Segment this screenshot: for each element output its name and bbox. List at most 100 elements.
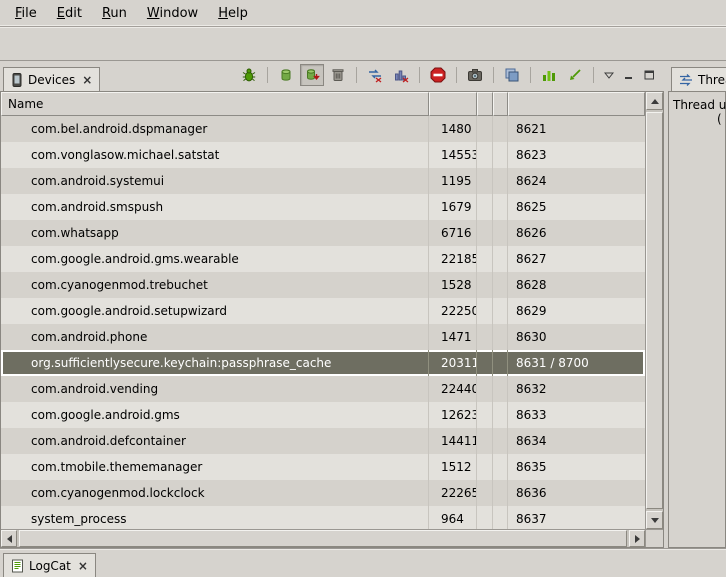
blank-cell	[493, 246, 508, 272]
table-row[interactable]: com.google.android.setupwizard 22250 862…	[1, 298, 645, 324]
close-icon[interactable]: ×	[78, 560, 88, 572]
table-row[interactable]: com.android.phone 1471 8630	[1, 324, 645, 350]
vertical-scrollbar[interactable]	[645, 92, 663, 547]
blank-cell	[477, 376, 493, 402]
debug-process-icon[interactable]	[237, 64, 261, 86]
table-row[interactable]: com.android.smspush 1679 8625	[1, 194, 645, 220]
blank-cell	[493, 428, 508, 454]
process-pid: 1480	[429, 116, 477, 142]
process-port: 8634	[508, 428, 645, 454]
table-row[interactable]: com.bel.android.dspmanager 1480 8621	[1, 116, 645, 142]
horizontal-scroll-thumb[interactable]	[19, 530, 627, 547]
table-header: Name	[1, 92, 645, 116]
dump-hprof-icon[interactable]	[300, 64, 324, 86]
process-pid: 14411	[429, 428, 477, 454]
update-heap-icon[interactable]	[274, 64, 298, 86]
tab-threads[interactable]: Threads	[671, 67, 726, 91]
toolbar-separator	[356, 67, 357, 83]
process-port: 8627	[508, 246, 645, 272]
close-icon[interactable]: ×	[82, 74, 92, 86]
scrollbar-corner	[646, 529, 663, 547]
stop-process-icon[interactable]	[426, 64, 450, 86]
menu-help[interactable]: Help	[209, 3, 257, 24]
view-hierarchy-icon[interactable]	[500, 64, 524, 86]
cause-gc-icon[interactable]	[326, 64, 350, 86]
process-name: com.vonglasow.michael.satstat	[1, 142, 429, 168]
update-threads-icon[interactable]	[363, 64, 387, 86]
start-method-profiling-icon[interactable]	[389, 64, 413, 86]
blank-cell	[477, 324, 493, 350]
method-trace-icon[interactable]	[563, 64, 587, 86]
column-header-port[interactable]	[508, 92, 645, 116]
process-port: 8632	[508, 376, 645, 402]
scroll-left-icon[interactable]	[1, 530, 17, 547]
table-row[interactable]: com.cyanogenmod.lockclock 22265 8636	[1, 480, 645, 506]
menu-run[interactable]: Run	[93, 3, 136, 24]
menu-edit[interactable]: Edit	[48, 3, 91, 24]
threads-icon	[679, 74, 693, 86]
process-pid: 22265	[429, 480, 477, 506]
maximize-icon[interactable]	[640, 67, 658, 83]
process-name: com.android.phone	[1, 324, 429, 350]
table-row[interactable]: com.google.android.gms 12623 8633	[1, 402, 645, 428]
menu-file[interactable]: File	[6, 3, 46, 24]
process-name: com.android.systemui	[1, 168, 429, 194]
ddms-window: File Edit Run Window Help Devices ×	[0, 0, 726, 577]
blank-cell	[493, 402, 508, 428]
process-name: com.google.android.setupwizard	[1, 298, 429, 324]
process-port: 8623	[508, 142, 645, 168]
vertical-scroll-thumb[interactable]	[646, 112, 663, 509]
scroll-up-icon[interactable]	[646, 92, 663, 110]
threads-content: Thread up (	[668, 92, 726, 548]
table-row[interactable]: com.android.vending 22440 8632	[1, 376, 645, 402]
table-row[interactable]: com.android.systemui 1195 8624	[1, 168, 645, 194]
table-row[interactable]: com.whatsapp 6716 8626	[1, 220, 645, 246]
process-pid: 1195	[429, 168, 477, 194]
column-header-blank1[interactable]	[477, 92, 493, 116]
blank-cell	[477, 194, 493, 220]
scroll-right-icon[interactable]	[629, 530, 645, 547]
screen-capture-icon[interactable]	[463, 64, 487, 86]
blank-cell	[493, 350, 508, 376]
toolbar-separator	[267, 67, 268, 83]
table-row[interactable]: com.cyanogenmod.trebuchet 1528 8628	[1, 272, 645, 298]
scroll-down-icon[interactable]	[646, 511, 663, 529]
tab-logcat[interactable]: LogCat ×	[3, 553, 96, 577]
blank-cell	[493, 324, 508, 350]
blank-cell	[477, 272, 493, 298]
table-row[interactable]: com.android.defcontainer 14411 8634	[1, 428, 645, 454]
process-port: 8629	[508, 298, 645, 324]
blank-cell	[493, 168, 508, 194]
table-row[interactable]: com.vonglasow.michael.satstat 14553 8623	[1, 142, 645, 168]
toolbar-separator	[456, 67, 457, 83]
process-pid: 22185	[429, 246, 477, 272]
tab-logcat-label: LogCat	[29, 559, 71, 573]
threads-message-line2: (	[669, 112, 725, 126]
process-name: com.android.vending	[1, 376, 429, 402]
column-header-blank2[interactable]	[493, 92, 508, 116]
process-port: 8635	[508, 454, 645, 480]
process-table: Name com.bel.android.dspmanager 1480	[0, 92, 664, 548]
column-header-name[interactable]: Name	[1, 92, 429, 116]
process-pid: 12623	[429, 402, 477, 428]
table-row[interactable]: com.google.android.gms.wearable 22185 86…	[1, 246, 645, 272]
table-row[interactable]: com.tmobile.thememanager 1512 8635	[1, 454, 645, 480]
process-pid: 22250	[429, 298, 477, 324]
blank-cell	[477, 350, 493, 376]
view-menu-icon[interactable]	[600, 67, 618, 83]
tab-devices[interactable]: Devices ×	[3, 67, 100, 91]
column-header-pid[interactable]	[429, 92, 477, 116]
process-pid: 14553	[429, 142, 477, 168]
table-row[interactable]: org.sufficientlysecure.keychain:passphra…	[1, 350, 645, 376]
minimize-icon[interactable]	[620, 67, 638, 83]
blank-cell	[477, 454, 493, 480]
systrace-icon[interactable]	[537, 64, 561, 86]
menu-window[interactable]: Window	[138, 3, 207, 24]
horizontal-scrollbar[interactable]	[1, 529, 645, 547]
blank-cell	[477, 246, 493, 272]
threads-message-line1: Thread up	[669, 98, 725, 112]
process-list: com.bel.android.dspmanager 1480 8621 com…	[1, 116, 645, 529]
toolbar-separator	[419, 67, 420, 83]
table-row[interactable]: system_process 964 8637	[1, 506, 645, 529]
process-name: com.cyanogenmod.lockclock	[1, 480, 429, 506]
